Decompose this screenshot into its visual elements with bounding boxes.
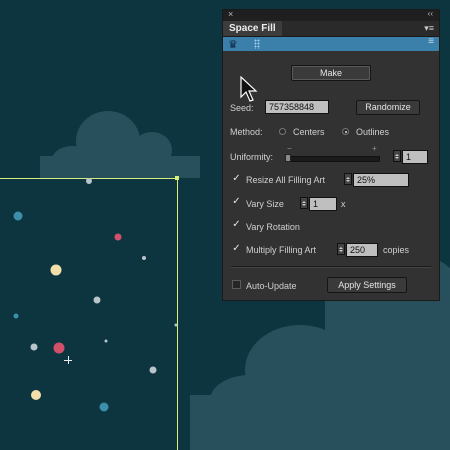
randomize-button[interactable]: Randomize [356, 100, 420, 115]
multiply-label[interactable]: Multiply Filling Art [246, 245, 316, 255]
plugin-header-bar: ♛ ≡ [223, 36, 439, 51]
uniformity-label: Uniformity: [230, 152, 274, 162]
multiply-input[interactable]: 250 [346, 243, 378, 257]
resize-stepper[interactable] [344, 173, 352, 185]
vary-size-label[interactable]: Vary Size [246, 199, 284, 209]
vary-rotation-checkbox[interactable]: ✓ [232, 220, 241, 230]
method-label: Method: [230, 127, 263, 137]
vary-size-input[interactable]: 1 [309, 197, 337, 211]
vary-size-stepper[interactable] [300, 197, 308, 209]
crown-icon: ♛ [228, 39, 238, 51]
resize-label[interactable]: Resize All Filling Art [246, 175, 325, 185]
panel-titlebar[interactable]: × ‹‹ [223, 9, 439, 21]
uniformity-min-label: − [287, 144, 292, 153]
uniformity-slider[interactable] [288, 156, 380, 162]
panel-tab-row: Space Fill ▾≡ [223, 21, 439, 37]
panel-divider [231, 266, 431, 268]
uniformity-stepper[interactable] [393, 150, 401, 162]
panel-menu-icon[interactable]: ▾≡ [424, 21, 434, 36]
fill-dots [13, 178, 178, 412]
multiply-checkbox[interactable]: ✓ [232, 244, 241, 254]
hamburger-menu-icon[interactable]: ≡ [428, 36, 434, 47]
close-icon[interactable]: × [228, 9, 233, 19]
cloud-shape-top [40, 111, 200, 178]
vary-rotation-label[interactable]: Vary Rotation [246, 222, 300, 232]
method-centers-label[interactable]: Centers [293, 127, 325, 137]
vary-size-checkbox[interactable]: ✓ [232, 197, 241, 207]
apply-settings-button[interactable]: Apply Settings [327, 277, 407, 293]
seed-input[interactable]: 757358848 [265, 100, 329, 114]
resize-input[interactable]: 25% [353, 173, 409, 187]
uniformity-slider-thumb[interactable] [285, 154, 291, 162]
dots-icon [254, 39, 260, 49]
seed-label: Seed: [230, 103, 254, 113]
method-centers-radio[interactable] [279, 128, 286, 135]
space-fill-panel[interactable]: × ‹‹ Space Fill ▾≡ ♛ ≡ Make Seed: 757358… [222, 9, 440, 301]
multiply-suffix: copies [383, 245, 410, 255]
tab-space-fill[interactable]: Space Fill [223, 21, 282, 36]
method-outlines-radio[interactable] [342, 128, 349, 135]
selection-box[interactable] [0, 178, 178, 450]
multiply-stepper[interactable] [337, 243, 345, 255]
crosshair-cursor-icon [64, 356, 72, 364]
method-outlines-label[interactable]: Outlines [356, 127, 389, 137]
vary-size-suffix: x [341, 199, 346, 209]
uniformity-input[interactable]: 1 [402, 150, 428, 164]
arrow-cursor-icon [240, 76, 258, 102]
auto-update-checkbox[interactable] [232, 280, 241, 289]
collapse-icon[interactable]: ‹‹ [428, 9, 433, 18]
uniformity-max-label: + [372, 144, 377, 153]
selection-handle[interactable] [175, 176, 179, 180]
resize-checkbox[interactable]: ✓ [232, 174, 241, 184]
auto-update-label[interactable]: Auto-Update [246, 281, 297, 291]
make-button[interactable]: Make [291, 65, 371, 81]
